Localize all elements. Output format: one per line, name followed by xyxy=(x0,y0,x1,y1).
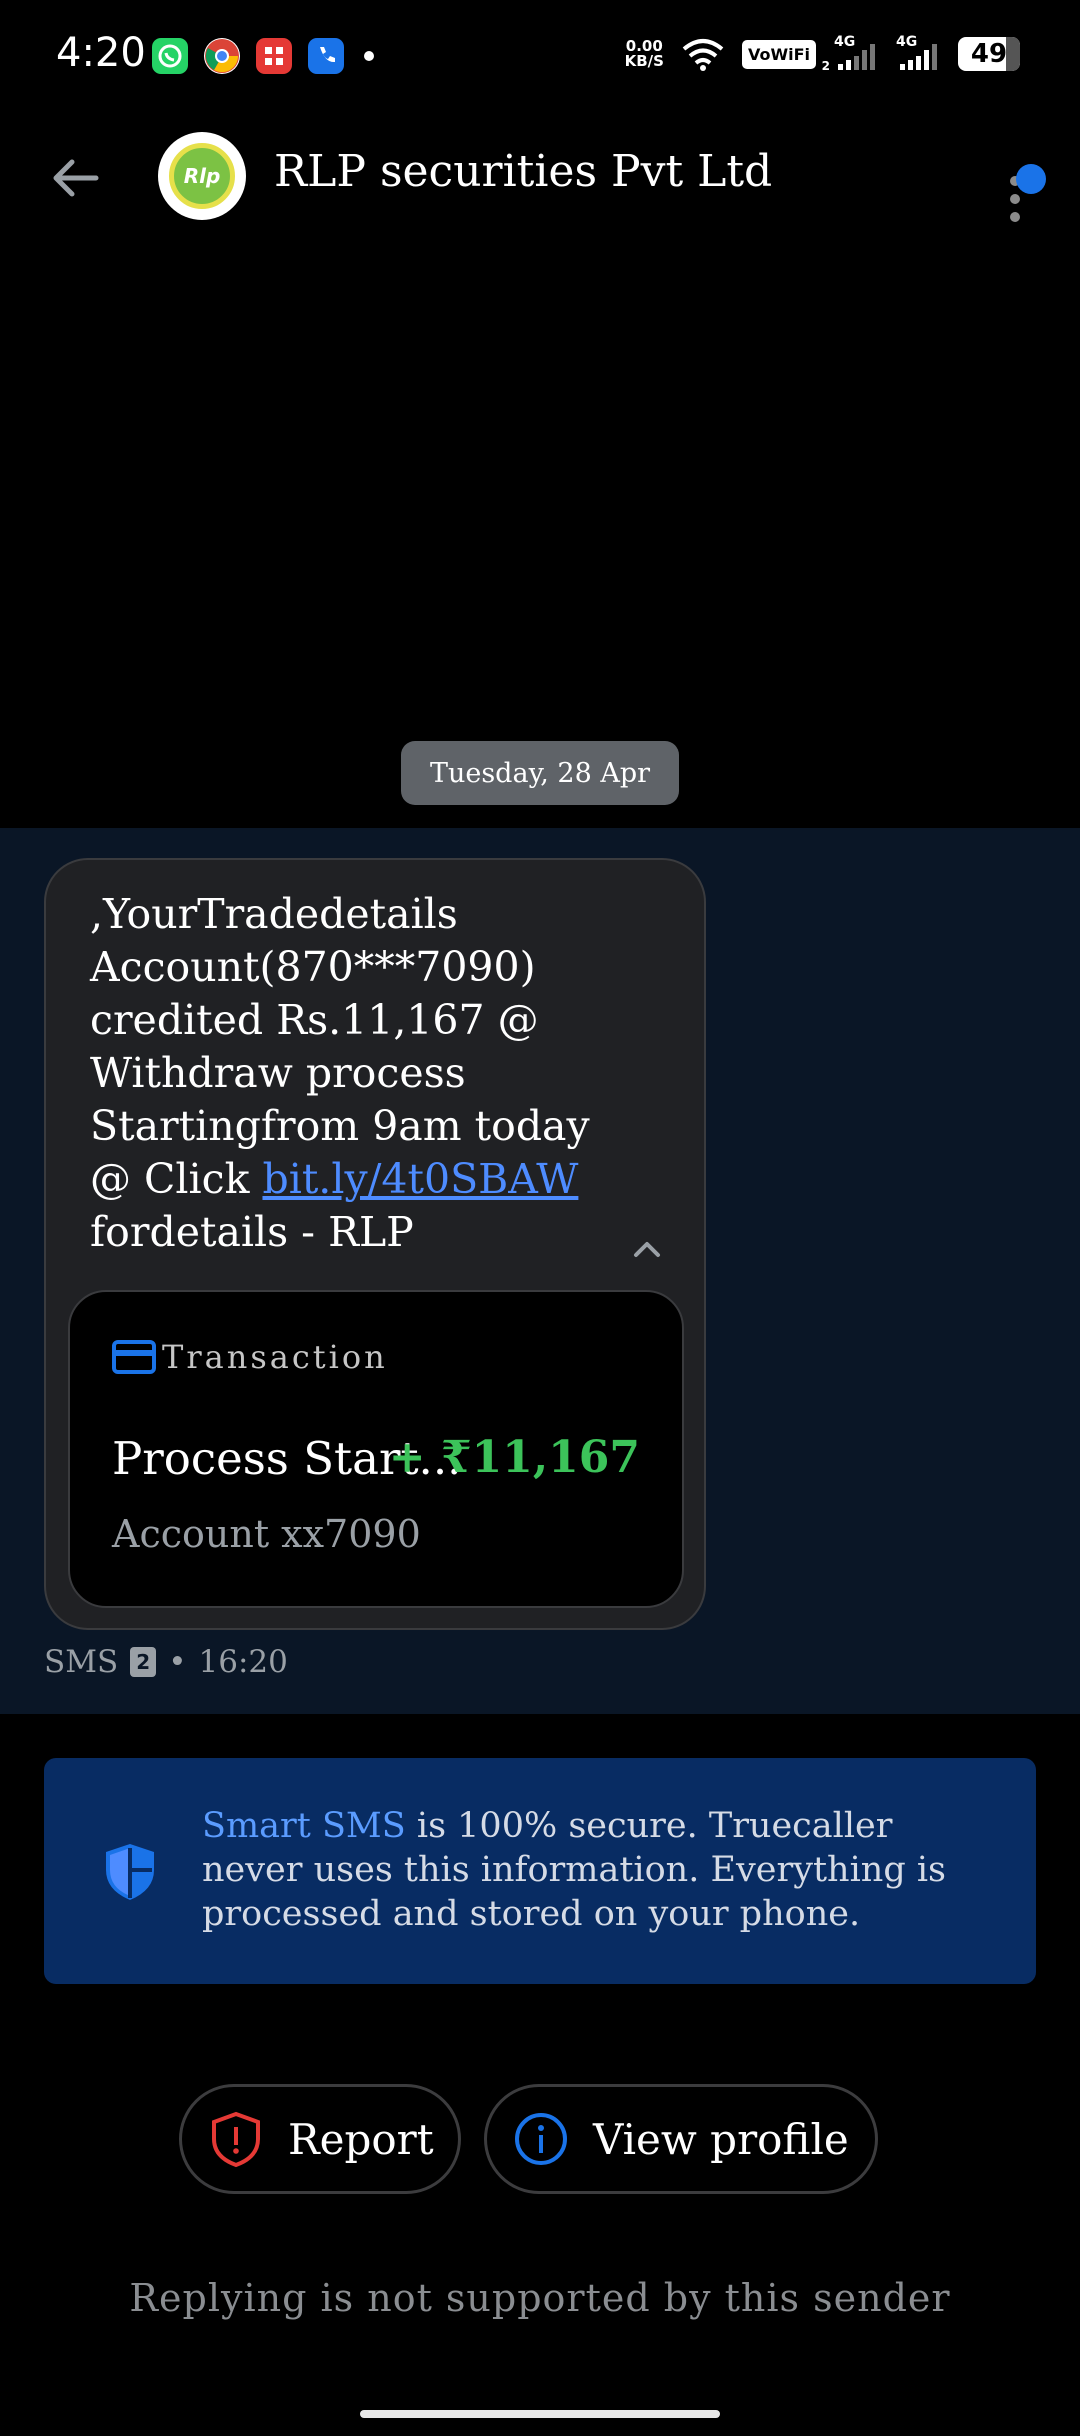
battery-icon: 49 xyxy=(958,37,1020,71)
home-indicator[interactable] xyxy=(360,2410,720,2418)
transaction-header: Transaction xyxy=(112,1338,388,1376)
notification-icons xyxy=(152,38,374,74)
info-icon xyxy=(515,2113,567,2165)
message-channel: SMS xyxy=(44,1644,119,1680)
more-notifications-dot xyxy=(364,51,374,61)
sender-avatar[interactable]: Rlp xyxy=(158,132,246,220)
signal-icon-sim1: 4G xyxy=(834,34,878,72)
transaction-label: Transaction xyxy=(162,1338,388,1376)
message-time: 16:20 xyxy=(198,1644,288,1680)
vowifi-sim: 2 xyxy=(821,58,830,73)
message-link[interactable]: bit.ly/4t0SBAW xyxy=(262,1155,578,1203)
collapse-button[interactable] xyxy=(622,1224,672,1274)
smart-sms-link[interactable]: Smart SMS xyxy=(202,1806,406,1846)
chrome-icon xyxy=(204,38,240,74)
message-text: ,YourTradedetails Account(870***7090) cr… xyxy=(90,888,650,1259)
net-speed-unit: KB/S xyxy=(624,52,664,70)
calculator-icon xyxy=(256,38,292,74)
meta-separator: • xyxy=(168,1644,187,1680)
signal-icon-sim2: 4G xyxy=(896,34,940,72)
system-indicators: 0.00 KB/S VoWiFi 2 4G 4G 49 xyxy=(625,34,1020,73)
credit-card-icon xyxy=(112,1340,156,1374)
transaction-account: Account xx7090 xyxy=(112,1512,421,1556)
message-bubble[interactable]: ,YourTradedetails Account(870***7090) cr… xyxy=(44,858,706,1630)
back-button[interactable] xyxy=(46,148,106,208)
rlp-logo: Rlp xyxy=(169,143,235,209)
date-separator: Tuesday, 28 Apr xyxy=(401,741,679,805)
status-bar: 4:20 0.00 KB/S VoWiFi 2 4G 4G 49 xyxy=(0,0,1080,120)
report-button[interactable]: Report xyxy=(179,2084,461,2194)
arrow-left-icon xyxy=(53,159,99,197)
smart-sms-info: Smart SMS is 100% secure. Truecaller nev… xyxy=(44,1758,1036,1984)
whatsapp-icon xyxy=(152,38,188,74)
phone-app-icon xyxy=(308,38,344,74)
sim-badge-icon: 2 xyxy=(130,1647,157,1677)
avatar-text: Rlp xyxy=(183,164,221,188)
vowifi-label: VoWiFi xyxy=(747,44,810,64)
vowifi-badge: VoWiFi 2 xyxy=(741,39,830,73)
conversation-header: Rlp RLP securities Pvt Ltd xyxy=(0,120,1080,230)
view-profile-label: View profile xyxy=(593,2114,849,2164)
report-label: Report xyxy=(288,2114,434,2164)
message-text-part2: fordetails - RLP xyxy=(90,1208,414,1256)
notification-dot xyxy=(1016,164,1046,194)
message-meta: SMS 2 • 16:20 xyxy=(44,1644,288,1680)
shield-icon xyxy=(106,1844,154,1900)
transaction-card[interactable]: Transaction Process Start... + ₹11,167 A… xyxy=(68,1290,684,1608)
net-speed: 0.00 KB/S xyxy=(625,39,664,69)
status-time: 4:20 xyxy=(56,30,146,76)
sender-name[interactable]: RLP securities Pvt Ltd xyxy=(274,146,772,197)
more-options-button[interactable] xyxy=(996,144,1056,224)
view-profile-button[interactable]: View profile xyxy=(484,2084,878,2194)
transaction-amount: + ₹11,167 xyxy=(388,1432,640,1483)
no-reply-notice: Replying is not supported by this sender xyxy=(129,2276,951,2320)
smart-sms-text: Smart SMS is 100% secure. Truecaller nev… xyxy=(202,1804,1002,1936)
chevron-up-icon xyxy=(634,1242,660,1257)
battery-level: 49 xyxy=(970,39,1008,69)
report-shield-icon xyxy=(212,2111,260,2168)
wifi-icon xyxy=(682,39,724,71)
